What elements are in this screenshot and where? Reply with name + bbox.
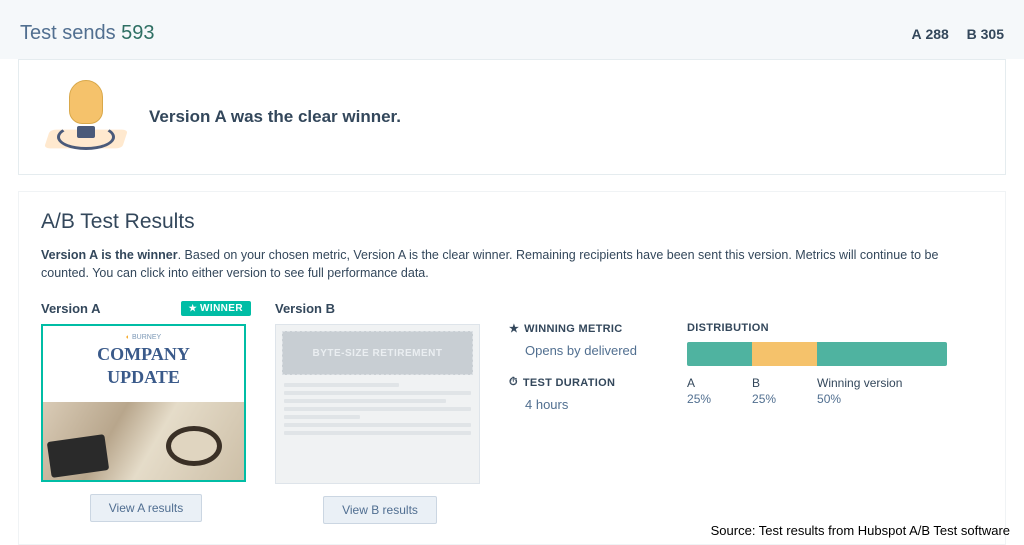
distribution-block: DISTRIBUTION A 25% B: [687, 322, 947, 430]
clock-icon: ⏱: [509, 376, 518, 389]
version-b-preview[interactable]: BYTE-SIZE RETIREMENT: [275, 324, 480, 484]
winning-metric-label: WINNING METRIC: [524, 323, 622, 335]
test-sends-summary: Test sends 593: [20, 22, 155, 45]
preview-a-headline2: UPDATE: [49, 368, 238, 387]
version-a-column: Version A WINNER BURNEY COMPANY UPDATE V…: [41, 298, 251, 522]
winner-banner-text: Version A was the clear winner.: [149, 107, 401, 127]
dist-a-label: A: [687, 376, 752, 390]
winning-metric-value: Opens by delivered: [509, 343, 637, 358]
lightbulb-icon: [47, 78, 125, 156]
dist-a-value: 25%: [687, 392, 752, 406]
star-icon: ★: [509, 322, 519, 335]
distribution-legend: A 25% B 25% Winning version 50%: [687, 376, 947, 406]
distribution-seg-a: [687, 342, 752, 366]
view-b-results-button[interactable]: View B results: [323, 496, 437, 524]
version-b-column: Version B BYTE-SIZE RETIREMENT View B re…: [275, 298, 485, 524]
view-a-results-button[interactable]: View A results: [90, 494, 202, 522]
distribution-bar: [687, 342, 947, 366]
version-a-preview[interactable]: BURNEY COMPANY UPDATE: [41, 324, 246, 482]
preview-b-banner: BYTE-SIZE RETIREMENT: [282, 331, 473, 375]
results-winner-strong: Version A is the winner: [41, 248, 178, 262]
test-sends-label: Test sends: [20, 22, 116, 44]
count-b-value: 305: [981, 26, 1004, 42]
winner-banner: Version A was the clear winner.: [18, 59, 1006, 175]
dist-b-label: B: [752, 376, 817, 390]
version-a-label: Version A: [41, 301, 100, 316]
test-sends-count: 593: [121, 22, 154, 44]
preview-a-headline1: COMPANY: [49, 345, 238, 364]
preview-a-photo: [43, 402, 244, 480]
metrics-block: ★ WINNING METRIC Opens by delivered ⏱ TEST…: [509, 322, 637, 430]
results-card: A/B Test Results Version A is the winner…: [18, 191, 1006, 545]
results-description: Version A is the winner. Based on your c…: [41, 246, 983, 282]
distribution-seg-b: [752, 342, 817, 366]
preview-b-text-lines: [282, 383, 473, 435]
preview-a-logo: BURNEY: [49, 334, 238, 341]
winner-badge: WINNER: [181, 301, 251, 316]
dist-w-label: Winning version: [817, 376, 947, 390]
source-citation: Source: Test results from Hubspot A/B Te…: [711, 523, 1010, 538]
ab-counts: A 288 B 305: [911, 26, 1004, 42]
distribution-label: DISTRIBUTION: [687, 322, 769, 334]
test-duration-label: TEST DURATION: [523, 377, 615, 389]
version-b-label: Version B: [275, 301, 335, 316]
dist-b-value: 25%: [752, 392, 817, 406]
test-duration-value: 4 hours: [509, 397, 637, 412]
count-b-label: B: [967, 26, 977, 42]
count-a-value: 288: [925, 26, 948, 42]
results-title: A/B Test Results: [41, 210, 983, 234]
dist-w-value: 50%: [817, 392, 947, 406]
distribution-seg-winning: [817, 342, 947, 366]
top-bar: Test sends 593 A 288 B 305: [0, 0, 1024, 59]
count-a-label: A: [911, 26, 921, 42]
